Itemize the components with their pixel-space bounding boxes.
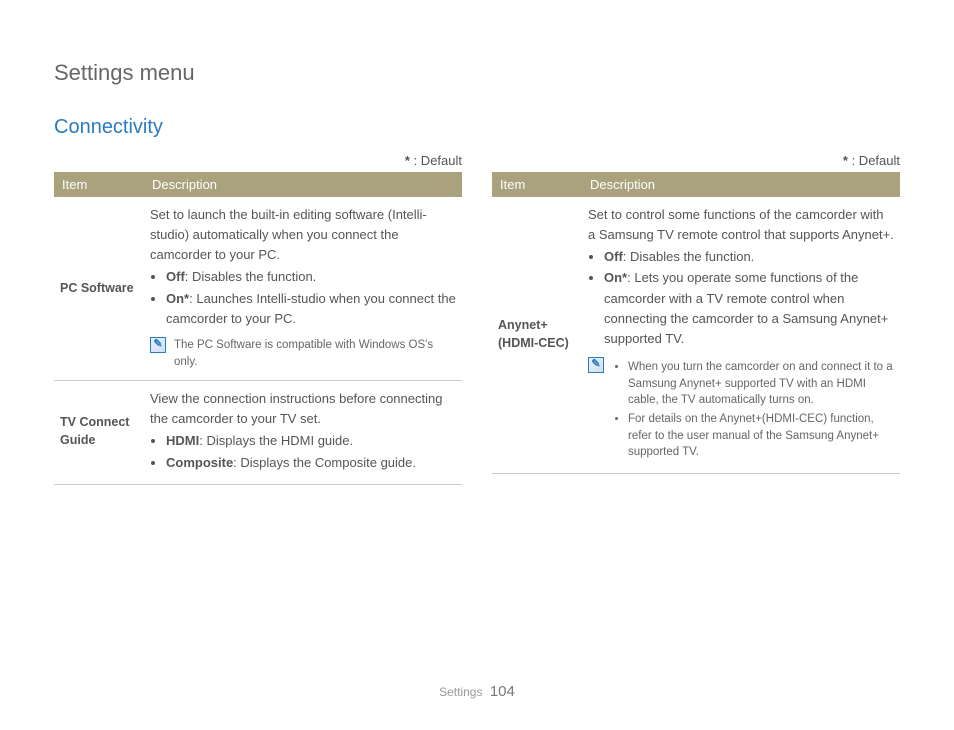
- page-number: 104: [490, 683, 515, 700]
- left-table: Item Description PC Software Set to laun…: [54, 172, 462, 485]
- note-list: When you turn the camcorder on and conne…: [612, 359, 894, 463]
- desc-tv-connect-guide: View the connection instructions before …: [144, 381, 462, 485]
- option-list: Off: Disables the function. On*: Launche…: [150, 267, 456, 328]
- page-title: Settings menu: [54, 60, 900, 86]
- note-row: ✎ When you turn the camcorder on and con…: [588, 357, 894, 463]
- table-row: PC Software Set to launch the built-in e…: [54, 197, 462, 381]
- list-item: Off: Disables the function.: [604, 247, 894, 267]
- note-list-item: When you turn the camcorder on and conne…: [628, 359, 894, 409]
- option-name: Off: [604, 249, 623, 264]
- default-label: : Default: [848, 153, 900, 168]
- default-note-left: * : Default: [54, 153, 462, 168]
- intro-text: Set to launch the built-in editing softw…: [150, 207, 427, 262]
- option-list: HDMI: Displays the HDMI guide. Composite…: [150, 431, 456, 472]
- note-row: ✎ The PC Software is compatible with Win…: [150, 337, 456, 370]
- default-note-right: * : Default: [492, 153, 900, 168]
- col-desc-header: Description: [144, 172, 462, 197]
- option-text: : Launches Intelli-studio when you conne…: [166, 291, 456, 326]
- col-item-header: Item: [492, 172, 582, 197]
- right-table: Item Description Anynet+ (HDMI-CEC) Set …: [492, 172, 900, 474]
- note-list-item: For details on the Anynet+(HDMI-CEC) fun…: [628, 411, 894, 461]
- table-row: TV Connect Guide View the connection ins…: [54, 381, 462, 485]
- default-label: : Default: [410, 153, 462, 168]
- table-row: Anynet+ (HDMI-CEC) Set to control some f…: [492, 197, 900, 474]
- page-footer: Settings 104: [0, 683, 954, 700]
- right-column: * : Default Item Description Anynet+ (HD…: [492, 153, 900, 485]
- option-text: : Disables the function.: [185, 269, 317, 284]
- item-tv-connect-guide: TV Connect Guide: [54, 381, 144, 485]
- note-icon: ✎: [588, 357, 604, 373]
- note-text: The PC Software is compatible with Windo…: [174, 337, 456, 370]
- intro-text: Set to control some functions of the cam…: [588, 207, 894, 242]
- list-item: Off: Disables the function.: [166, 267, 456, 287]
- list-item: On*: Lets you operate some functions of …: [604, 268, 894, 349]
- desc-anynet: Set to control some functions of the cam…: [582, 197, 900, 474]
- option-text: : Displays the Composite guide.: [233, 455, 416, 470]
- content-columns: * : Default Item Description PC Software…: [54, 153, 900, 485]
- footer-section: Settings: [439, 685, 482, 699]
- option-text: : Disables the function.: [623, 249, 755, 264]
- option-text: : Lets you operate some functions of the…: [604, 270, 888, 345]
- desc-pc-software: Set to launch the built-in editing softw…: [144, 197, 462, 381]
- left-column: * : Default Item Description PC Software…: [54, 153, 462, 485]
- item-anynet: Anynet+ (HDMI-CEC): [492, 197, 582, 474]
- section-title: Connectivity: [54, 116, 900, 139]
- list-item: On*: Launches Intelli-studio when you co…: [166, 289, 456, 329]
- option-name: Off: [166, 269, 185, 284]
- col-item-header: Item: [54, 172, 144, 197]
- option-name: On*: [166, 291, 189, 306]
- option-name: On*: [604, 270, 627, 285]
- option-list: Off: Disables the function. On*: Lets yo…: [588, 247, 894, 349]
- item-pc-software: PC Software: [54, 197, 144, 381]
- list-item: Composite: Displays the Composite guide.: [166, 453, 456, 473]
- option-name: HDMI: [166, 433, 199, 448]
- col-desc-header: Description: [582, 172, 900, 197]
- option-text: : Displays the HDMI guide.: [199, 433, 353, 448]
- option-name: Composite: [166, 455, 233, 470]
- intro-text: View the connection instructions before …: [150, 391, 442, 426]
- list-item: HDMI: Displays the HDMI guide.: [166, 431, 456, 451]
- note-icon: ✎: [150, 337, 166, 353]
